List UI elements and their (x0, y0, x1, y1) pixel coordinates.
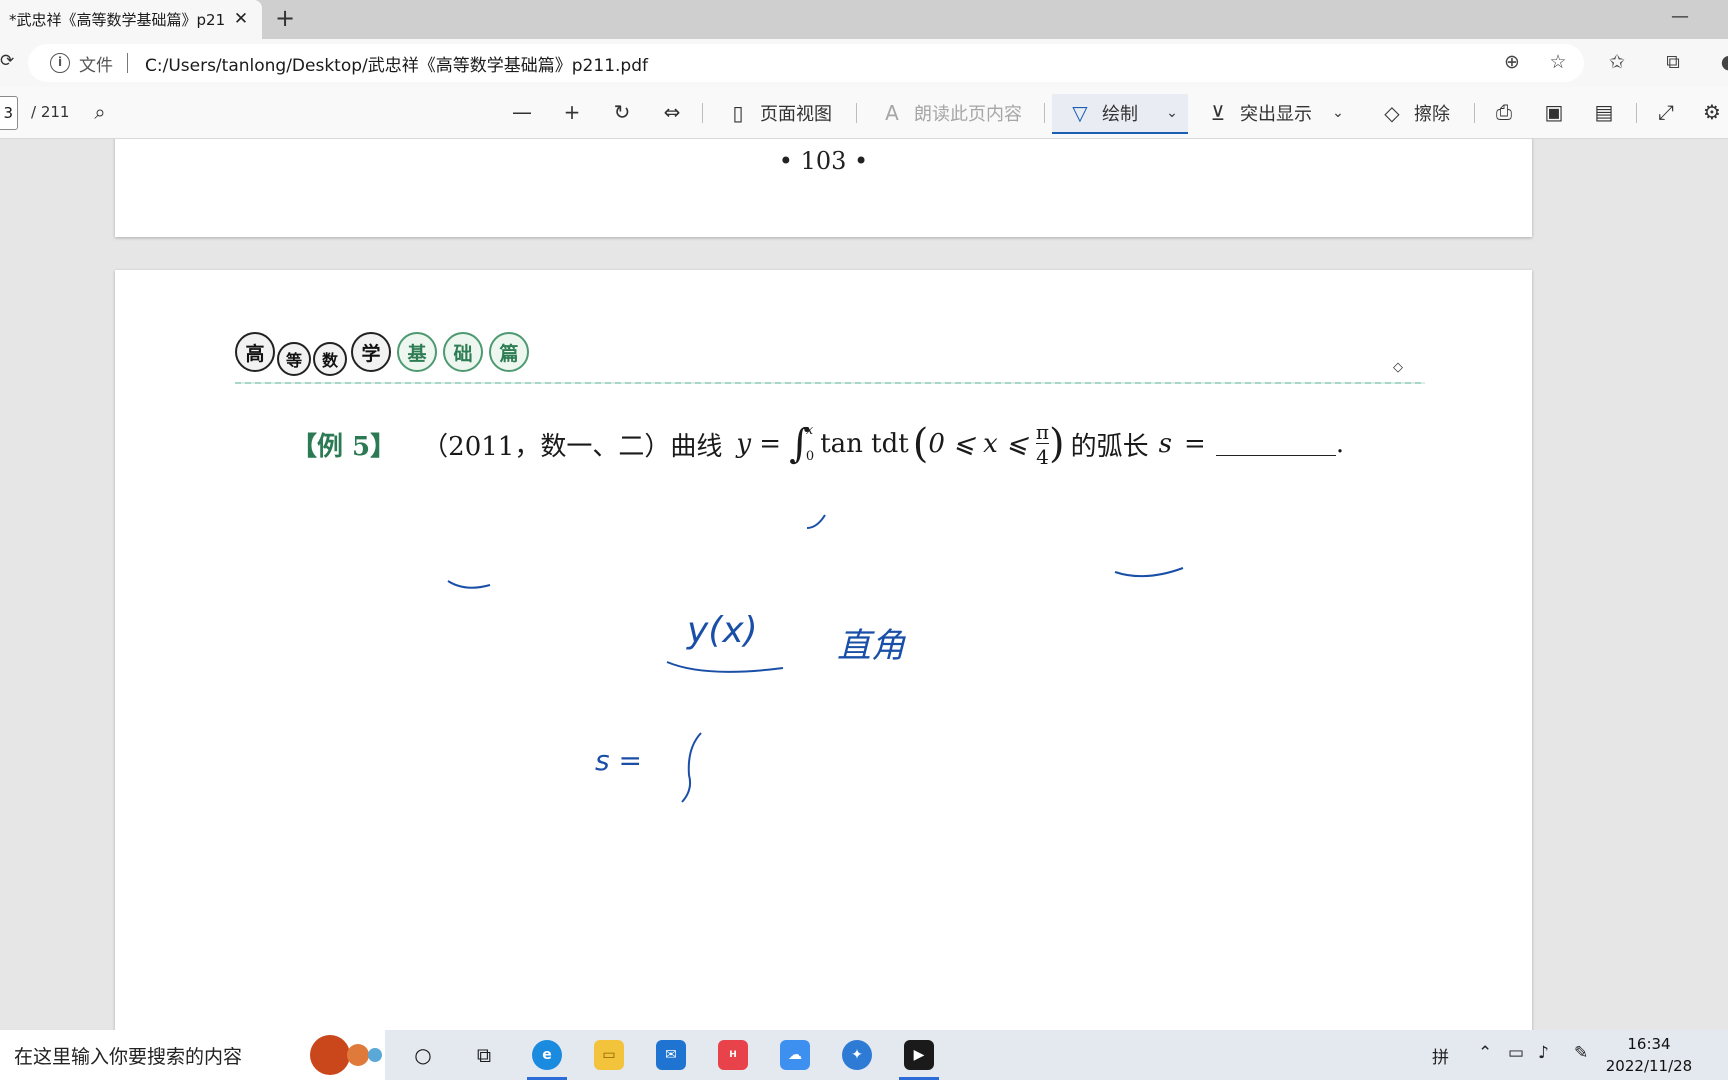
pdf-viewer[interactable]: • 103 • 高 等 数 学 基 础 篇 ◇ 【例 5】 （2011，数一、二… (0, 139, 1728, 1030)
search-highlight-image (310, 1035, 382, 1075)
address-divider (127, 53, 128, 73)
chevron-up-icon[interactable]: ⌃ (1478, 1043, 1492, 1063)
file-explorer-icon[interactable]: ▭ (589, 1037, 629, 1073)
erase-label: 擦除 (1414, 104, 1450, 125)
handwriting-note: 直角 (837, 626, 905, 666)
volume-icon[interactable]: ♪ (1538, 1043, 1549, 1063)
chevron-down-icon[interactable]: ⌄ (1326, 105, 1350, 121)
chevron-down-icon[interactable]: ⌄ (1160, 105, 1184, 121)
highlighter-icon: ⊻ (1210, 101, 1226, 125)
eraser-icon: ◇ (1384, 101, 1400, 125)
search-placeholder: 在这里输入你要搜索的内容 (14, 1045, 243, 1068)
address-row: ⟳ i 文件 C:/Users/tanlong/Desktop/武忠祥《高等数学… (0, 39, 1728, 87)
draw-pen-icon: ▽ (1072, 101, 1088, 125)
browser-tab[interactable]: *武忠祥《高等数学基础篇》p211.pdf ✕ (0, 0, 262, 39)
save-icon[interactable]: ▣ (1542, 100, 1566, 124)
current-page[interactable]: 高 等 数 学 基 础 篇 ◇ 【例 5】 （2011，数一、二）曲线 y = … (115, 270, 1532, 1030)
draw-button[interactable]: ▽ 绘制 ⌄ (1068, 100, 1184, 126)
read-aloud-icon: A (885, 101, 899, 125)
ime-indicator[interactable]: 拼 (1432, 1043, 1449, 1068)
collections-icon[interactable]: ⧉ (1661, 51, 1685, 73)
toolbar-divider (1474, 103, 1475, 123)
edge-app-icon[interactable]: e (527, 1037, 567, 1080)
previous-page: • 103 • (115, 139, 1532, 237)
profile-icon[interactable]: ◐ (1717, 51, 1728, 73)
zoom-out-button[interactable]: — (510, 100, 534, 124)
ink-stroke (666, 661, 784, 673)
cloud-app-icon[interactable]: ☁ (775, 1037, 815, 1073)
tab-strip: *武忠祥《高等数学基础篇》p211.pdf ✕ + — (0, 0, 1728, 39)
toolbar-divider (1636, 103, 1637, 123)
page-view-label: 页面视图 (760, 104, 832, 125)
toolbar-divider (702, 103, 703, 123)
handwriting-note: s = (595, 744, 642, 777)
tab-close-icon[interactable]: ✕ (230, 8, 252, 30)
rotate-icon[interactable]: ↻ (610, 100, 634, 124)
system-clock[interactable]: 16:34 2022/11/28 (1604, 1033, 1694, 1077)
info-icon[interactable]: i (50, 53, 70, 73)
back-button-fragment[interactable]: ⟳ (0, 51, 14, 71)
network-app-icon[interactable]: ✦ (837, 1037, 877, 1073)
pen-icon[interactable]: ✎ (1574, 1043, 1588, 1063)
battery-icon[interactable]: ▭ (1508, 1043, 1524, 1063)
highlight-button[interactable]: ⊻ 突出显示 ⌄ (1206, 100, 1350, 126)
toolbar-divider (1044, 103, 1045, 123)
ink-integral (681, 732, 702, 803)
ink-stroke (806, 514, 826, 529)
page-view-icon: ▯ (732, 101, 744, 125)
fullscreen-icon[interactable]: ⤢ (1654, 100, 1678, 124)
favorites-icon[interactable]: ✩ (1605, 51, 1629, 73)
page-view-button[interactable]: ▯ 页面视图 (726, 100, 832, 126)
ink-stroke (447, 580, 491, 589)
clock-time: 16:34 (1627, 1035, 1671, 1053)
ink-stroke (1114, 567, 1184, 578)
page-number-label: • 103 • (778, 147, 869, 175)
page-number-input[interactable]: 3 (0, 96, 18, 130)
ink-annotations[interactable] (115, 270, 1532, 1030)
video-app-icon[interactable]: ▶ (899, 1037, 939, 1080)
new-tab-button[interactable]: + (272, 6, 298, 32)
read-aloud-label: 朗读此页内容 (914, 104, 1022, 125)
page-total: / 211 (31, 103, 70, 121)
draw-label: 绘制 (1102, 104, 1138, 125)
tab-title: *武忠祥《高等数学基础篇》p211.pdf (9, 11, 224, 29)
print-icon[interactable]: ⎙ (1492, 100, 1516, 124)
windows-taskbar: 在这里输入你要搜索的内容 ○ ⧉ e ▭ ✉ H ☁ ✦ ▶ 拼 ⌃ ▭ ♪ ✎… (0, 1030, 1728, 1080)
handwriting-note: y(x) (687, 610, 758, 651)
toolbar-divider (856, 103, 857, 123)
pdf-toolbar: 3 / 211 ⌕ — + ↻ ⇔ ▯ 页面视图 A 朗读此页内容 ▽ 绘制 ⌄… (0, 87, 1728, 139)
url-text[interactable]: C:/Users/tanlong/Desktop/武忠祥《高等数学基础篇》p21… (145, 51, 648, 76)
read-aloud-button[interactable]: A 朗读此页内容 (880, 100, 1022, 126)
cortana-icon[interactable]: ○ (403, 1037, 443, 1073)
settings-gear-icon[interactable]: ⚙ (1700, 100, 1724, 124)
add-favorite-icon[interactable]: ☆ (1546, 51, 1570, 73)
huawei-app-icon[interactable]: H (713, 1037, 753, 1073)
address-bar[interactable]: i 文件 C:/Users/tanlong/Desktop/武忠祥《高等数学基础… (28, 44, 1584, 82)
highlight-label: 突出显示 (1240, 104, 1312, 125)
fit-width-icon[interactable]: ⇔ (660, 100, 684, 124)
mail-icon[interactable]: ✉ (651, 1037, 691, 1073)
erase-button[interactable]: ◇ 擦除 (1380, 100, 1450, 126)
minimize-button[interactable]: — (1668, 6, 1692, 30)
task-view-icon[interactable]: ⧉ (464, 1037, 504, 1073)
zoom-icon[interactable]: ⊕ (1500, 51, 1524, 73)
save-as-icon[interactable]: ▤ (1592, 100, 1616, 124)
file-label: 文件 (79, 55, 113, 76)
clock-date: 2022/11/28 (1605, 1057, 1693, 1075)
search-icon[interactable]: ⌕ (88, 100, 112, 124)
zoom-in-button[interactable]: + (560, 100, 584, 124)
